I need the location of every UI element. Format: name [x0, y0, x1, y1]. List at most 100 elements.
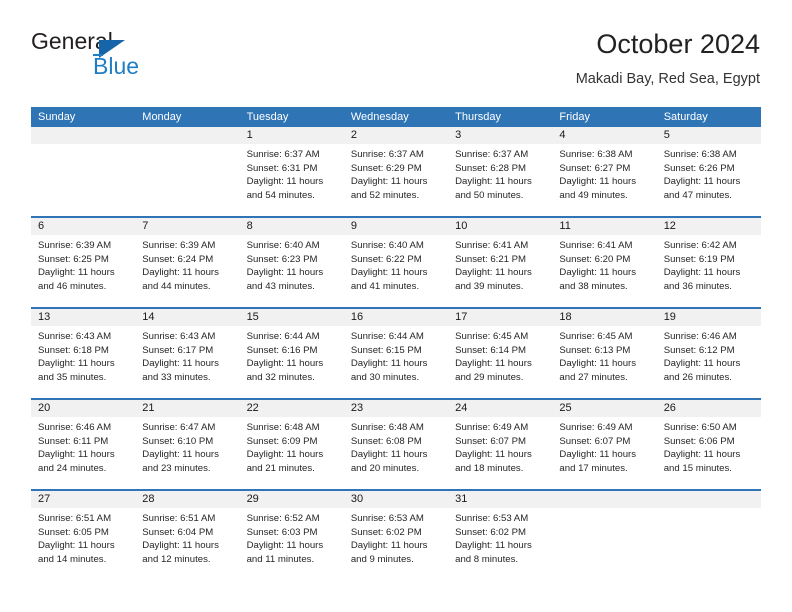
day-cell[interactable]: Sunrise: 6:51 AM Sunset: 6:04 PM Daylight:…	[135, 508, 239, 580]
day-number[interactable]: 13	[31, 309, 135, 326]
day-cell[interactable]: Sunrise: 6:49 AM Sunset: 6:07 PM Daylight:…	[552, 417, 656, 489]
day-number[interactable]: 5	[657, 127, 761, 144]
day-sunrise-text: Sunrise: 6:45 AM	[559, 331, 633, 342]
day-daylight-a-text: Daylight: 11 hours	[455, 449, 532, 460]
day-cell[interactable]: Sunrise: 6:40 AM Sunset: 6:23 PM Daylight:…	[240, 235, 344, 307]
weekday-header-friday: Friday	[559, 111, 590, 123]
day-cell[interactable]: Sunrise: 6:53 AM Sunset: 6:02 PM Daylight:…	[448, 508, 552, 580]
day-number[interactable]: 11	[552, 218, 656, 235]
day-daylight-a-text: Daylight: 11 hours	[246, 358, 324, 369]
day-sunrise-text: Sunrise: 6:41 AM	[455, 240, 529, 251]
day-number[interactable]: 27	[31, 491, 135, 508]
day-cell[interactable]: Sunrise: 6:41 AM Sunset: 6:20 PM Daylight:…	[552, 235, 656, 307]
day-number[interactable]: 24	[448, 400, 552, 417]
day-cell[interactable]: Sunrise: 6:38 AM Sunset: 6:27 PM Daylight:…	[552, 144, 656, 216]
day-daylight-b-text: and 52 minutes.	[350, 189, 420, 201]
day-number-row: 13 14 15 16 17 18 19	[31, 309, 761, 326]
title-block: October 2024 Makadi Bay, Red Sea, Egypt	[576, 28, 760, 89]
day-sunset-text: Sunset: 6:15 PM	[350, 344, 422, 356]
day-cell[interactable]: Sunrise: 6:52 AM Sunset: 6:03 PM Daylight:…	[240, 508, 344, 580]
day-number-row: 20 21 22 23 24 25 26	[31, 400, 761, 417]
day-detail-row: Sunrise: 6:46 AM Sunset: 6:11 PM Daylight:…	[31, 417, 761, 489]
day-cell[interactable]: Sunrise: 6:37 AM Sunset: 6:28 PM Daylight:…	[448, 144, 552, 216]
day-number[interactable]: 17	[448, 309, 552, 326]
day-cell[interactable]: Sunrise: 6:47 AM Sunset: 6:10 PM Daylight:…	[135, 417, 239, 489]
day-daylight-b-text: and 44 minutes.	[142, 280, 211, 292]
day-number[interactable]: 15	[240, 309, 344, 326]
weekday-header-monday: Monday	[142, 111, 182, 123]
day-cell[interactable]: Sunrise: 6:48 AM Sunset: 6:09 PM Daylight:…	[240, 417, 344, 489]
day-sunset-text: Sunset: 6:27 PM	[559, 162, 631, 174]
calendar-week-row: 13 14 15 16 17 18 19 Sunrise: 6:43 AM Sunset: 6:…	[31, 307, 761, 398]
day-number[interactable]: 25	[552, 400, 656, 417]
day-cell[interactable]: Sunrise: 6:37 AM Sunset: 6:29 PM Daylight:…	[344, 144, 448, 216]
day-daylight-b-text: and 21 minutes.	[246, 462, 315, 474]
day-cell[interactable]: Sunrise: 6:40 AM Sunset: 6:22 PM Daylight:…	[344, 235, 448, 307]
day-cell[interactable]: Sunrise: 6:39 AM Sunset: 6:25 PM Daylight:…	[31, 235, 135, 307]
day-detail-row: Sunrise: 6:39 AM Sunset: 6:25 PM Daylight:…	[31, 235, 761, 307]
day-number[interactable]: 10	[448, 218, 552, 235]
day-number[interactable]: 3	[448, 127, 552, 144]
day-detail-row: Sunrise: 6:37 AM Sunset: 6:31 PM Daylight:…	[31, 144, 761, 216]
day-number[interactable]: 4	[552, 127, 656, 144]
day-number[interactable]: 1	[240, 127, 344, 144]
day-number[interactable]: 6	[31, 218, 135, 235]
day-cell[interactable]: Sunrise: 6:44 AM Sunset: 6:15 PM Daylight:…	[344, 326, 448, 398]
day-number[interactable]: 21	[135, 400, 239, 417]
day-number[interactable]: 30	[344, 491, 448, 508]
day-daylight-b-text: and 15 minutes.	[663, 462, 732, 474]
day-sunset-text: Sunset: 6:24 PM	[142, 253, 214, 265]
day-cell[interactable]: Sunrise: 6:53 AM Sunset: 6:02 PM Daylight:…	[344, 508, 448, 580]
day-number[interactable]: 20	[31, 400, 135, 417]
day-cell[interactable]: Sunrise: 6:42 AM Sunset: 6:19 PM Daylight:…	[657, 235, 761, 307]
day-number[interactable]: 31	[448, 491, 552, 508]
day-number[interactable]: 18	[552, 309, 656, 326]
day-number[interactable]: 16	[344, 309, 448, 326]
day-sunrise-text: Sunrise: 6:40 AM	[350, 240, 424, 251]
day-cell[interactable]: Sunrise: 6:37 AM Sunset: 6:31 PM Daylight:…	[240, 144, 344, 216]
day-daylight-b-text: and 46 minutes.	[38, 280, 107, 292]
day-sunrise-text: Sunrise: 6:41 AM	[559, 240, 633, 251]
day-number[interactable]: 12	[657, 218, 761, 235]
day-cell[interactable]: Sunrise: 6:43 AM Sunset: 6:18 PM Daylight:…	[31, 326, 135, 398]
day-number[interactable]: 2	[344, 127, 448, 144]
day-cell[interactable]: Sunrise: 6:46 AM Sunset: 6:11 PM Daylight:…	[31, 417, 135, 489]
day-cell[interactable]: Sunrise: 6:45 AM Sunset: 6:13 PM Daylight:…	[552, 326, 656, 398]
day-daylight-b-text: and 27 minutes.	[559, 371, 628, 383]
day-number[interactable]: 8	[240, 218, 344, 235]
day-number[interactable]: 7	[135, 218, 239, 235]
day-sunset-text: Sunset: 6:25 PM	[38, 253, 109, 265]
day-number-empty	[135, 127, 239, 144]
day-cell[interactable]: Sunrise: 6:51 AM Sunset: 6:05 PM Daylight:…	[31, 508, 135, 580]
day-sunrise-text: Sunrise: 6:53 AM	[455, 513, 529, 524]
day-number[interactable]: 23	[344, 400, 448, 417]
day-number[interactable]: 19	[657, 309, 761, 326]
day-number[interactable]: 26	[657, 400, 761, 417]
day-cell[interactable]: Sunrise: 6:41 AM Sunset: 6:21 PM Daylight:…	[448, 235, 552, 307]
day-number[interactable]: 9	[344, 218, 448, 235]
day-daylight-a-text: Daylight: 11 hours	[455, 358, 532, 369]
day-cell[interactable]: Sunrise: 6:38 AM Sunset: 6:26 PM Daylight:…	[657, 144, 761, 216]
day-cell[interactable]: Sunrise: 6:45 AM Sunset: 6:14 PM Daylight:…	[448, 326, 552, 398]
day-cell[interactable]: Sunrise: 6:44 AM Sunset: 6:16 PM Daylight:…	[240, 326, 344, 398]
day-sunset-text: Sunset: 6:02 PM	[455, 526, 527, 538]
day-cell[interactable]: Sunrise: 6:46 AM Sunset: 6:12 PM Daylight:…	[657, 326, 761, 398]
day-daylight-a-text: Daylight: 11 hours	[38, 540, 115, 551]
day-number[interactable]: 29	[240, 491, 344, 508]
day-number[interactable]: 22	[240, 400, 344, 417]
day-daylight-b-text: and 49 minutes.	[559, 189, 628, 201]
day-number[interactable]: 14	[135, 309, 239, 326]
day-cell[interactable]: Sunrise: 6:50 AM Sunset: 6:06 PM Daylight:…	[657, 417, 761, 489]
day-daylight-a-text: Daylight: 11 hours	[142, 267, 219, 278]
day-number[interactable]: 28	[135, 491, 239, 508]
day-cell[interactable]: Sunrise: 6:43 AM Sunset: 6:17 PM Daylight:…	[135, 326, 239, 398]
day-sunset-text: Sunset: 6:31 PM	[246, 162, 318, 174]
day-sunrise-text: Sunrise: 6:48 AM	[350, 422, 424, 433]
day-cell[interactable]: Sunrise: 6:48 AM Sunset: 6:08 PM Daylight:…	[344, 417, 448, 489]
calendar-week-row: 20 21 22 23 24 25 26 Sunrise: 6:46 AM Sunset: 6:…	[31, 398, 761, 489]
day-cell[interactable]: Sunrise: 6:49 AM Sunset: 6:07 PM Daylight:…	[448, 417, 552, 489]
day-cell[interactable]: Sunrise: 6:39 AM Sunset: 6:24 PM Daylight:…	[135, 235, 239, 307]
day-daylight-b-text: and 11 minutes.	[246, 553, 315, 565]
day-sunrise-text: Sunrise: 6:42 AM	[663, 240, 737, 251]
brand-logo[interactable]: General Blue	[31, 28, 251, 88]
